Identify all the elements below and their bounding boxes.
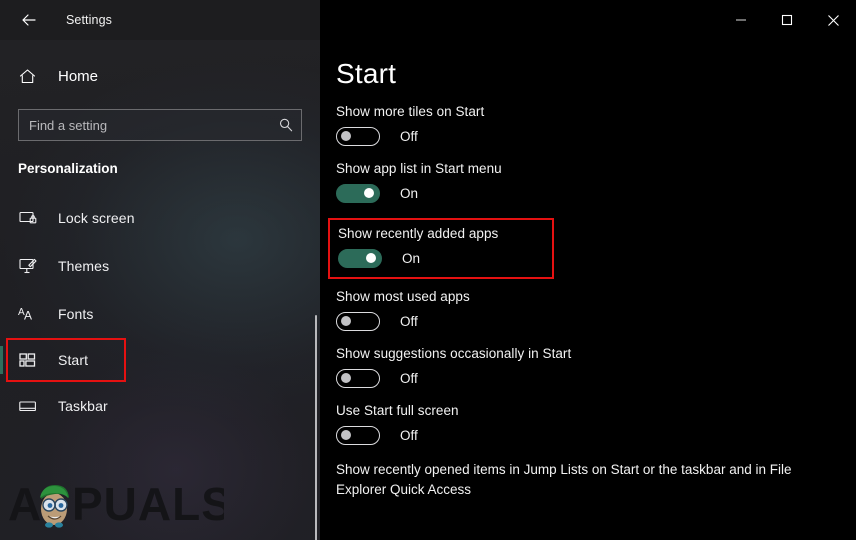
back-arrow-icon [19,10,39,30]
toggle-row: Off [336,125,856,147]
sidebar-item-label: Lock screen [58,210,135,226]
sidebar-item-start[interactable]: Start [0,338,126,382]
taskbar-icon [18,396,44,417]
sidebar-item-lock-screen[interactable]: Lock screen [0,194,320,242]
setting-label: Show recently added apps [338,226,499,241]
toggle-row: Off [336,310,856,332]
close-button[interactable] [810,0,856,40]
close-icon [827,14,840,27]
toggle-state-label: On [400,185,419,201]
search-input[interactable] [19,110,271,140]
watermark-text: A PUALS [8,478,232,530]
toggle-knob [341,373,351,383]
maximize-button[interactable] [764,0,810,40]
toggle-state-label: Off [400,128,418,144]
maximize-icon [781,14,793,26]
home-icon [18,67,44,86]
themes-brush-icon [18,256,44,277]
toggle-state-label: Off [400,427,418,443]
sidebar-item-themes[interactable]: Themes [0,242,320,290]
toggle-knob [364,188,374,198]
setting-label: Show most used apps [336,289,470,304]
setting-show-app-list: Show app list in Start menu On [336,161,856,204]
title-bar-drag-region [320,0,718,40]
toggle-switch[interactable] [336,126,380,146]
toggle-switch[interactable] [336,368,380,388]
toggle-knob [366,253,376,263]
main-content: Start Show more tiles on Start Off Show … [320,40,856,540]
sidebar-section-header: Personalization [18,161,118,176]
setting-show-most-used-apps: Show most used apps Off [336,289,856,332]
setting-show-recently-added-apps: Show recently added apps On [328,218,554,279]
minimize-button[interactable] [718,0,764,40]
sidebar-item-fonts[interactable]: A A Fonts [0,290,320,338]
sidebar-item-label: Taskbar [58,398,108,414]
setting-jump-lists-label: Show recently opened items in Jump Lists… [336,462,792,497]
svg-text:PUALS: PUALS [72,478,224,530]
settings-window: Settings Home Find a setting Personaliza… [0,0,856,540]
home-label: Home [58,67,99,85]
sidebar-scrollbar-thumb[interactable] [315,315,317,540]
setting-label: Show more tiles on Start [336,104,485,119]
toggle-switch[interactable] [336,311,380,331]
window-body: Home Personalization [0,40,856,540]
toggle-row: Off [336,424,856,446]
toggle-row: Off [336,367,856,389]
lock-screen-icon [18,208,44,229]
start-tiles-icon [18,350,44,371]
sidebar-item-label: Start [58,352,89,368]
toggle-knob [341,430,351,440]
toggle-switch[interactable] [336,425,380,445]
title-bar: Settings [0,0,856,40]
svg-text:A: A [24,308,32,322]
sidebar-item-home[interactable]: Home [0,59,320,93]
setting-label: Use Start full screen [336,403,459,418]
toggle-row: On [338,247,544,269]
title-bar-left: Settings [0,0,320,40]
sidebar: Home Personalization [0,40,320,540]
toggle-knob [341,316,351,326]
sidebar-nav-list: Lock screen Themes A A Fonts Start Taskb… [0,194,320,430]
search-box[interactable] [18,109,302,141]
toggle-switch[interactable] [336,183,380,203]
back-button[interactable] [6,4,52,36]
watermark-mascot [40,485,69,528]
setting-show-more-tiles: Show more tiles on Start Off [336,104,856,147]
setting-use-start-full-screen: Use Start full screen Off [336,403,856,446]
toggle-row: On [336,182,856,204]
setting-show-suggestions: Show suggestions occasionally in Start O… [336,346,856,389]
toggle-state-label: On [402,250,421,266]
page-title: Start [336,58,397,89]
toggle-state-label: Off [400,370,418,386]
app-title: Settings [66,13,112,27]
sidebar-item-label: Fonts [58,306,94,322]
minimize-icon [735,14,747,26]
fonts-aa-icon: A A [18,304,44,325]
setting-label: Show suggestions occasionally in Start [336,346,572,361]
toggle-state-label: Off [400,313,418,329]
search-icon[interactable] [271,110,301,140]
sidebar-item-taskbar[interactable]: Taskbar [0,382,320,430]
window-controls [718,0,856,40]
setting-label: Show app list in Start menu [336,161,502,176]
toggle-knob [341,131,351,141]
toggle-switch[interactable] [338,248,382,268]
sidebar-item-label: Themes [58,258,110,274]
appuals-watermark: A PUALS [6,468,232,532]
svg-text:A: A [8,478,42,530]
